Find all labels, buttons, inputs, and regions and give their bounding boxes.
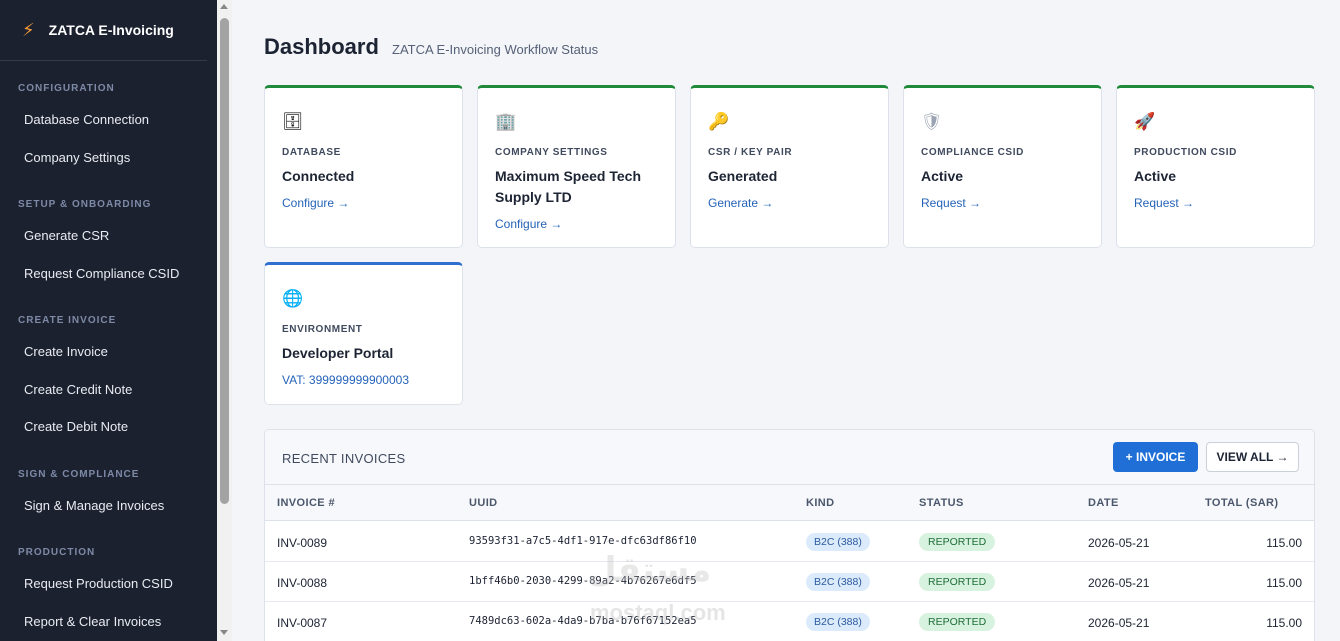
card-compliance-csid: 🛡 COMPLIANCE CSID Active Request → bbox=[903, 85, 1102, 248]
table-row[interactable]: INV-0089 93593f31-a7c5-4df1-917e-dfc63df… bbox=[265, 522, 1314, 562]
column-header-status[interactable]: STATUS bbox=[919, 497, 964, 509]
brand-name: ZATCA E-Invoicing bbox=[48, 22, 174, 38]
sidebar-item-create-debit-note[interactable]: Create Debit Note bbox=[24, 419, 128, 434]
card-value: Generated bbox=[708, 168, 778, 184]
brand[interactable]: ⚡ ZATCA E-Invoicing bbox=[0, 0, 207, 61]
card-value: Connected bbox=[282, 168, 355, 184]
table-row[interactable]: INV-0087 7489dc63-602a-4da9-b7ba-b76f671… bbox=[265, 602, 1314, 641]
main-content: Dashboard ZATCA E-Invoicing Workflow Sta… bbox=[232, 0, 1340, 641]
invoice-uuid: 93593f31-a7c5-4df1-917e-dfc63df86f10 bbox=[469, 535, 697, 547]
kind-badge: B2C (388) bbox=[806, 613, 870, 631]
column-header-kind[interactable]: KIND bbox=[806, 497, 835, 509]
sidebar-item-database-connection[interactable]: Database Connection bbox=[24, 112, 149, 127]
card-label: COMPANY SETTINGS bbox=[495, 147, 608, 158]
configure-database-link[interactable]: Configure → bbox=[282, 196, 349, 210]
column-header-invoice-number[interactable]: INVOICE # bbox=[277, 497, 335, 509]
request-compliance-link[interactable]: Request → bbox=[921, 196, 981, 210]
rocket-icon: 🚀 bbox=[1134, 112, 1156, 131]
card-value: Active bbox=[1134, 168, 1177, 184]
card-label: COMPLIANCE CSID bbox=[921, 147, 1024, 158]
section-title-sign-compliance: SIGN & COMPLIANCE bbox=[18, 469, 140, 480]
card-value: Maximum Speed Tech Supply LTD bbox=[495, 168, 642, 205]
status-badge: REPORTED bbox=[919, 613, 996, 631]
status-badge: REPORTED bbox=[919, 533, 996, 551]
sidebar-item-sign-manage-invoices[interactable]: Sign & Manage Invoices bbox=[24, 498, 164, 513]
card-production-csid: 🚀 PRODUCTION CSID Active Request → bbox=[1116, 85, 1315, 248]
page-subtitle: ZATCA E-Invoicing Workflow Status bbox=[392, 42, 599, 57]
new-invoice-button[interactable]: + INVOICE bbox=[1113, 442, 1198, 472]
invoice-date: 2026-05-21 bbox=[1088, 536, 1150, 550]
kind-badge: B2C (388) bbox=[806, 573, 870, 591]
section-title-configuration: CONFIGURATION bbox=[18, 83, 115, 94]
column-header-uuid[interactable]: UUID bbox=[469, 497, 498, 509]
request-production-link[interactable]: Request → bbox=[1134, 196, 1194, 210]
sidebar-item-request-compliance-csid[interactable]: Request Compliance CSID bbox=[24, 266, 179, 281]
card-environment: 🌐 ENVIRONMENT Developer Portal VAT: 3999… bbox=[264, 262, 463, 405]
invoice-total: 115.00 bbox=[1266, 536, 1302, 550]
invoice-date: 2026-05-21 bbox=[1088, 576, 1150, 590]
shield-icon: 🛡 bbox=[921, 112, 943, 131]
sidebar-item-company-settings[interactable]: Company Settings bbox=[24, 150, 130, 165]
card-label: PRODUCTION CSID bbox=[1134, 147, 1237, 158]
card-value: Active bbox=[921, 168, 964, 184]
card-company-settings: 🏢 COMPANY SETTINGS Maximum Speed Tech Su… bbox=[477, 85, 676, 248]
invoice-total: 115.00 bbox=[1266, 616, 1302, 630]
sidebar-item-create-credit-note[interactable]: Create Credit Note bbox=[24, 382, 132, 397]
card-label: CSR / KEY PAIR bbox=[708, 147, 793, 158]
status-badge: REPORTED bbox=[919, 573, 996, 591]
sidebar-item-report-clear-invoices[interactable]: Report & Clear Invoices bbox=[24, 614, 161, 629]
table-row[interactable]: INV-0088 1bff46b0-2030-4299-89a2-4b76267… bbox=[265, 562, 1314, 602]
card-label: ENVIRONMENT bbox=[282, 324, 363, 335]
card-csr-key-pair: 🔑 CSR / KEY PAIR Generated Generate → bbox=[690, 85, 889, 248]
database-icon: 🗄 bbox=[282, 112, 304, 131]
generate-csr-link[interactable]: Generate → bbox=[708, 196, 773, 210]
sidebar-scrollbar[interactable] bbox=[217, 0, 232, 641]
table-header: INVOICE # UUID KIND STATUS DATE TOTAL (S… bbox=[265, 485, 1314, 521]
vat-number-link[interactable]: VAT: 399999999900003 bbox=[282, 373, 409, 387]
sidebar-item-request-production-csid[interactable]: Request Production CSID bbox=[24, 576, 173, 591]
scroll-thumb[interactable] bbox=[220, 18, 229, 504]
view-all-button[interactable]: VIEW ALL → bbox=[1206, 442, 1299, 472]
invoice-date: 2026-05-21 bbox=[1088, 616, 1150, 630]
recent-invoices-panel: RECENT INVOICES + INVOICE VIEW ALL → INV… bbox=[264, 429, 1315, 641]
key-icon: 🔑 bbox=[708, 112, 730, 131]
column-header-total[interactable]: TOTAL (SAR) bbox=[1205, 497, 1278, 509]
sidebar: ⚡ ZATCA E-Invoicing CONFIGURATION Databa… bbox=[0, 0, 217, 641]
page-title: Dashboard bbox=[264, 34, 379, 59]
building-icon: 🏢 bbox=[495, 112, 517, 131]
globe-icon: 🌐 bbox=[282, 289, 304, 308]
invoice-total: 115.00 bbox=[1266, 576, 1302, 590]
invoice-number: INV-0088 bbox=[277, 576, 328, 590]
invoice-uuid: 1bff46b0-2030-4299-89a2-4b76267e6df5 bbox=[469, 575, 697, 587]
scroll-up-arrow-icon[interactable] bbox=[220, 4, 228, 9]
invoice-uuid: 7489dc63-602a-4da9-b7ba-b76f67152ea5 bbox=[469, 615, 697, 627]
panel-header: RECENT INVOICES + INVOICE VIEW ALL → bbox=[265, 430, 1314, 485]
invoice-number: INV-0087 bbox=[277, 616, 328, 630]
section-title-production: PRODUCTION bbox=[18, 547, 96, 558]
configure-company-link[interactable]: Configure → bbox=[495, 217, 562, 231]
invoice-number: INV-0089 bbox=[277, 536, 328, 550]
card-value: Developer Portal bbox=[282, 345, 394, 361]
sidebar-item-create-invoice[interactable]: Create Invoice bbox=[24, 344, 108, 359]
column-header-date[interactable]: DATE bbox=[1088, 497, 1119, 509]
scroll-down-arrow-icon[interactable] bbox=[220, 630, 228, 635]
sidebar-item-generate-csr[interactable]: Generate CSR bbox=[24, 228, 109, 243]
section-title-create-invoice: CREATE INVOICE bbox=[18, 315, 117, 326]
lightning-bolt-icon: ⚡ bbox=[22, 19, 35, 40]
card-database: 🗄 DATABASE Connected Configure → bbox=[264, 85, 463, 248]
card-label: DATABASE bbox=[282, 147, 341, 158]
kind-badge: B2C (388) bbox=[806, 533, 870, 551]
panel-title: RECENT INVOICES bbox=[282, 451, 406, 466]
section-title-setup-onboarding: SETUP & ONBOARDING bbox=[18, 199, 152, 210]
